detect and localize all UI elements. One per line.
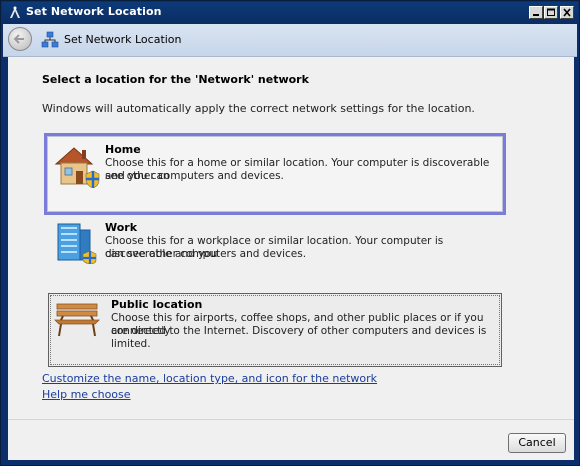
network-app-icon — [10, 6, 20, 18]
content-area: Select a location for the 'Network' netw… — [8, 57, 574, 419]
home-option-title: Home — [105, 143, 141, 156]
dialog-window: Set Network Location Set Network Locatio… — [0, 0, 580, 466]
park-bench-icon — [54, 303, 100, 337]
intro-text: Windows will automatically apply the cor… — [42, 102, 475, 115]
network-icon — [41, 31, 59, 48]
work-option-title: Work — [105, 221, 138, 234]
work-option-desc-line2: can see other computers and devices. — [105, 248, 307, 260]
customize-network-link[interactable]: Customize the name, location type, and i… — [42, 372, 377, 385]
work-option[interactable]: Work Choose this for a workplace or simi… — [48, 220, 504, 280]
dialog-footer: Cancel — [8, 419, 574, 460]
home-option[interactable]: Home Choose this for a home or similar l… — [44, 133, 506, 215]
navigation-bar: Set Network Location — [3, 24, 577, 57]
maximize-icon — [547, 8, 555, 16]
cancel-button[interactable]: Cancel — [508, 433, 566, 453]
title-bar[interactable]: Set Network Location — [2, 2, 578, 24]
minimize-button[interactable] — [529, 6, 543, 19]
public-location-option[interactable]: Public location Choose this for airports… — [48, 293, 502, 367]
minimize-icon — [533, 14, 539, 16]
instruction-heading: Select a location for the 'Network' netw… — [42, 73, 309, 86]
home-option-desc-line2: see other computers and devices. — [105, 170, 284, 182]
public-option-desc-line2: connected to the Internet. Discovery of … — [111, 325, 487, 350]
public-option-title: Public location — [111, 298, 203, 311]
close-icon — [563, 8, 571, 17]
house-icon — [54, 147, 100, 188]
page-title: Set Network Location — [64, 33, 182, 46]
help-me-choose-link[interactable]: Help me choose — [42, 388, 131, 401]
window-title: Set Network Location — [26, 5, 162, 18]
close-button[interactable] — [560, 6, 574, 19]
maximize-button[interactable] — [544, 6, 558, 19]
back-button[interactable] — [8, 27, 32, 51]
back-arrow-icon — [13, 34, 24, 44]
office-building-icon — [57, 223, 97, 264]
